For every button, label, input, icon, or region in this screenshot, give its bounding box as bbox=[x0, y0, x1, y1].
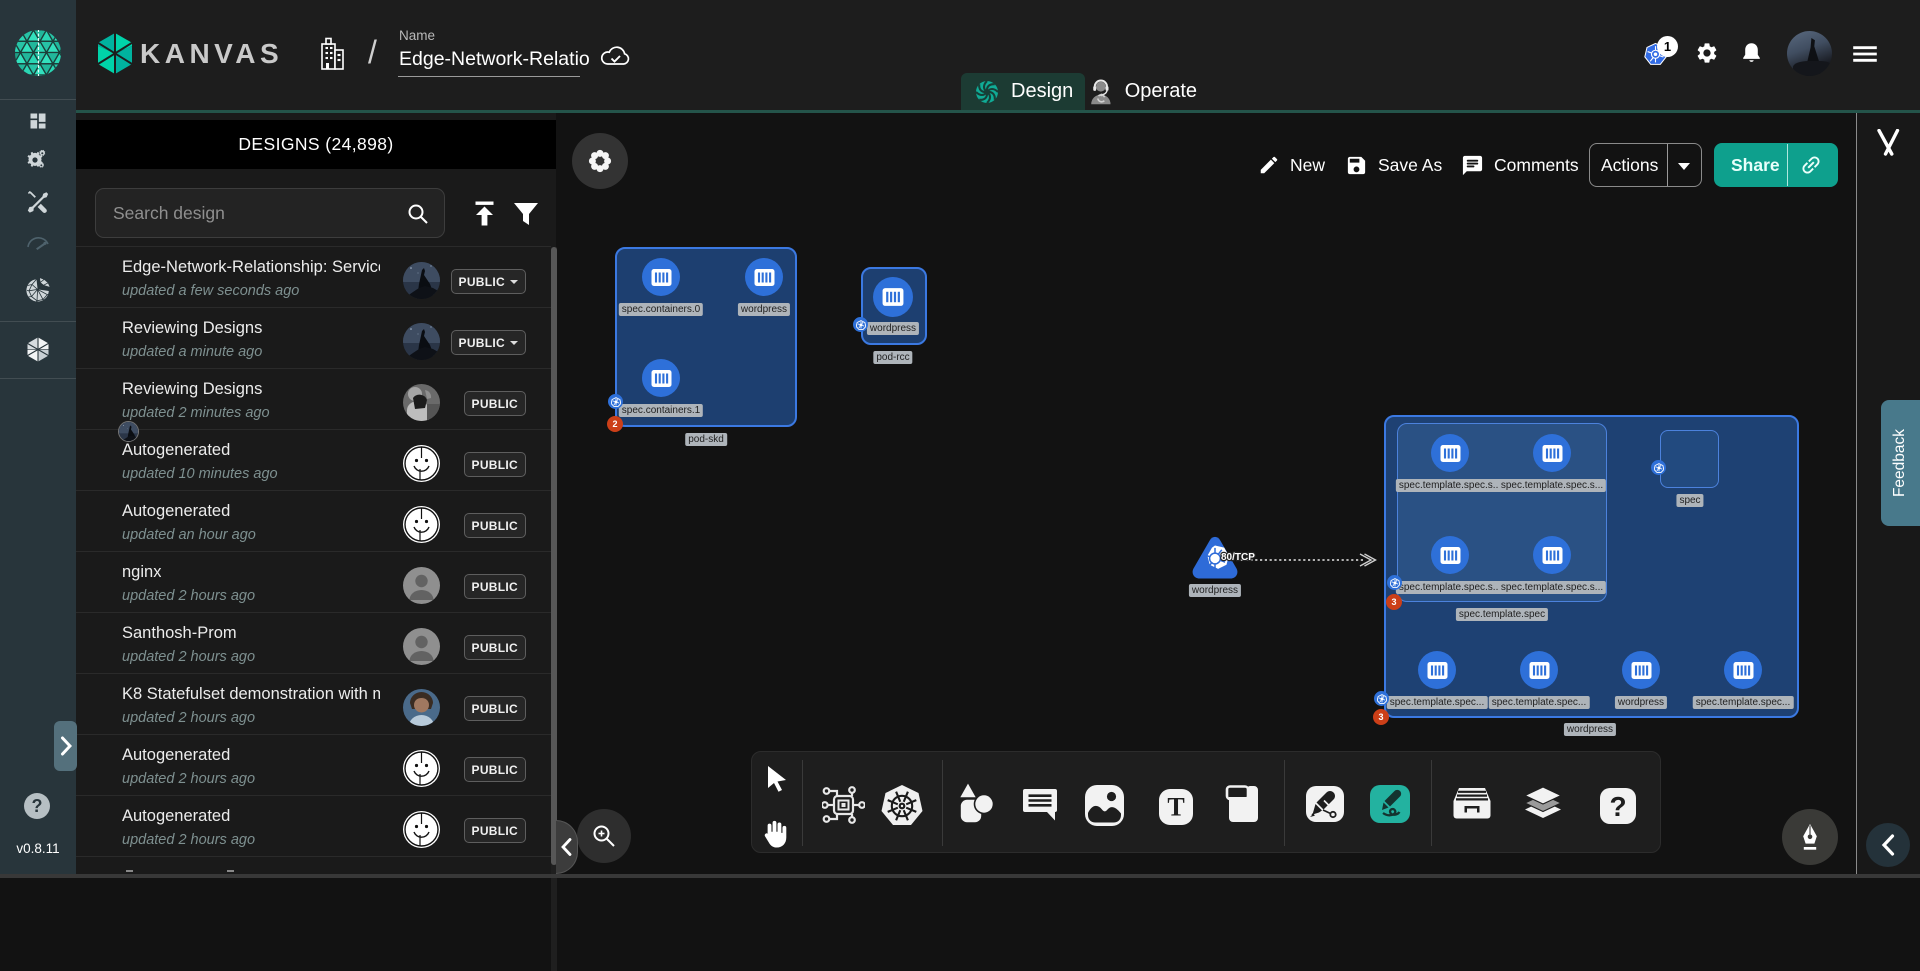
svg-text:?: ? bbox=[1609, 791, 1626, 822]
svg-text:T: T bbox=[1167, 793, 1184, 822]
svg-text:80/TCP: 80/TCP bbox=[1221, 552, 1255, 563]
